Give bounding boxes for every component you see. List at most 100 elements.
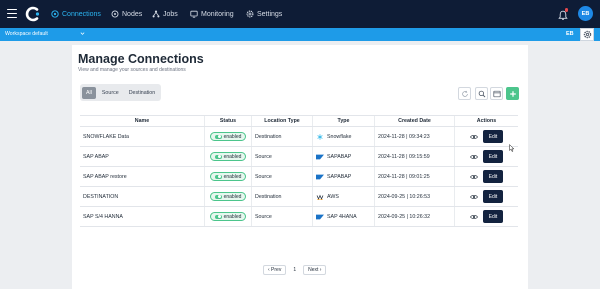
table-row: SAP ABAP enabled Source SAPABAP 2024-11-… xyxy=(80,147,518,167)
status-badge[interactable]: enabled xyxy=(209,172,247,181)
toggle-icon xyxy=(214,174,222,179)
nav-settings-label: Settings xyxy=(257,10,283,18)
connection-type: SAPABAP xyxy=(327,173,352,180)
nav-connections[interactable]: Connections xyxy=(51,0,101,28)
filter-all[interactable]: All xyxy=(82,86,96,99)
toggle-icon xyxy=(214,134,222,139)
page-subtitle: View and manage your sources and destina… xyxy=(78,67,186,73)
toggle-icon xyxy=(214,194,222,199)
column-header-location-type[interactable]: Location Type xyxy=(252,116,313,126)
table-row: SAP S/4 HANNA enabled Source SAP 4HANA 2… xyxy=(80,207,518,227)
next-page-button[interactable]: Next › xyxy=(303,265,327,275)
view-toggle-button[interactable] xyxy=(490,87,503,100)
connection-type: Snowflake xyxy=(327,133,352,140)
view-eye-icon[interactable] xyxy=(470,194,478,200)
status-badge[interactable]: enabled xyxy=(209,152,247,161)
column-header-created-date[interactable]: Created Date xyxy=(375,116,455,126)
nav-monitoring[interactable]: Monitoring xyxy=(190,0,234,28)
connections-icon xyxy=(51,10,59,18)
created-date: 2024-09-25 | 10:26:53 xyxy=(375,187,455,206)
connections-table: Name Status Location Type Type Created D… xyxy=(80,115,518,227)
created-date: 2024-11-28 | 09:01:25 xyxy=(375,167,455,186)
location-type: Source xyxy=(252,147,313,166)
status-badge[interactable]: enabled xyxy=(209,212,247,221)
connection-type: SAPABAP xyxy=(327,153,352,160)
location-type: Destination xyxy=(252,187,313,206)
chevron-down-icon[interactable] xyxy=(80,31,85,36)
mouse-cursor-icon xyxy=(509,144,515,152)
column-header-type[interactable]: Type xyxy=(313,116,375,126)
edit-button[interactable]: Edit xyxy=(483,130,503,143)
edit-button[interactable]: Edit xyxy=(483,210,503,223)
column-header-actions: Actions xyxy=(476,118,497,124)
aws-icon xyxy=(316,194,324,200)
plus-icon xyxy=(509,90,516,97)
location-type: Destination xyxy=(252,127,313,146)
nav-monitoring-label: Monitoring xyxy=(201,10,234,18)
toggle-icon xyxy=(214,154,222,159)
snowflake-icon xyxy=(317,133,323,140)
connection-name: SAP ABAP xyxy=(80,147,205,166)
add-connection-button[interactable] xyxy=(506,87,519,100)
notification-bell-icon[interactable] xyxy=(558,8,568,20)
current-page-number[interactable]: 1 xyxy=(289,265,301,275)
gear-icon xyxy=(246,10,254,18)
top-navbar: Connections Nodes Jobs Monitoring Settin… xyxy=(0,0,600,28)
workspace-user-initials: EB xyxy=(566,31,574,37)
created-date: 2024-11-28 | 09:15:59 xyxy=(375,147,455,166)
connection-name: SAP S/4 HANNA xyxy=(80,207,205,226)
app-logo[interactable] xyxy=(25,6,41,22)
workspace-bar: Workspace default EB xyxy=(0,28,600,41)
refresh-button[interactable] xyxy=(458,87,471,100)
hamburger-menu-icon[interactable] xyxy=(7,9,17,18)
sap-icon xyxy=(316,214,324,219)
nav-jobs[interactable]: Jobs xyxy=(152,0,178,28)
nav-jobs-label: Jobs xyxy=(163,10,178,18)
gear-icon xyxy=(583,30,591,39)
connection-name: SAP ABAP restore xyxy=(80,167,205,186)
window-icon xyxy=(492,90,501,97)
created-date: 2024-11-28 | 09:34:23 xyxy=(375,127,455,146)
nav-settings[interactable]: Settings xyxy=(246,0,282,28)
search-icon xyxy=(478,90,485,97)
page-title: Manage Connections xyxy=(78,52,204,66)
filter-tabs: All Source Destination xyxy=(80,84,162,101)
refresh-icon xyxy=(461,90,468,97)
table-row: DESTINATION enabled Destination AWS 2024… xyxy=(80,187,518,207)
connection-name: DESTINATION xyxy=(80,187,205,206)
column-header-name[interactable]: Name xyxy=(80,116,205,126)
table-row: SAP ABAP restore enabled Source SAPABAP … xyxy=(80,167,518,187)
created-date: 2024-09-25 | 10:26:32 xyxy=(375,207,455,226)
jobs-icon xyxy=(152,10,160,18)
edit-button[interactable]: Edit xyxy=(483,170,503,183)
prev-page-button[interactable]: ‹ Prev xyxy=(263,265,287,275)
workspace-settings-button[interactable] xyxy=(580,28,594,41)
workspace-selector[interactable]: Workspace default xyxy=(5,31,48,37)
nodes-icon xyxy=(111,10,119,18)
view-eye-icon[interactable] xyxy=(470,154,478,160)
search-button[interactable] xyxy=(475,87,488,100)
location-type: Source xyxy=(252,207,313,226)
edit-button[interactable]: Edit xyxy=(483,190,503,203)
column-header-status[interactable]: Status xyxy=(205,116,252,126)
view-eye-icon[interactable] xyxy=(470,214,478,220)
user-avatar[interactable]: EB xyxy=(578,6,593,21)
table-row: SNOWFLAKE Data enabled Destination Snowf… xyxy=(80,127,518,147)
monitoring-icon xyxy=(190,10,198,18)
view-eye-icon[interactable] xyxy=(470,174,478,180)
edit-button[interactable]: Edit xyxy=(483,150,503,163)
view-eye-icon[interactable] xyxy=(470,134,478,140)
sap-icon xyxy=(316,174,324,179)
status-badge[interactable]: enabled xyxy=(209,132,247,141)
connection-type: SAP 4HANA xyxy=(327,213,357,220)
nav-connections-label: Connections xyxy=(62,10,101,18)
nav-nodes-label: Nodes xyxy=(122,10,143,18)
filter-source[interactable]: Source xyxy=(98,87,123,99)
connection-type: AWS xyxy=(327,193,339,200)
toggle-icon xyxy=(214,214,222,219)
status-badge[interactable]: enabled xyxy=(209,192,247,201)
nav-nodes[interactable]: Nodes xyxy=(111,0,142,28)
connection-name: SNOWFLAKE Data xyxy=(80,127,205,146)
notification-dot xyxy=(564,8,568,12)
filter-destination[interactable]: Destination xyxy=(125,87,160,99)
